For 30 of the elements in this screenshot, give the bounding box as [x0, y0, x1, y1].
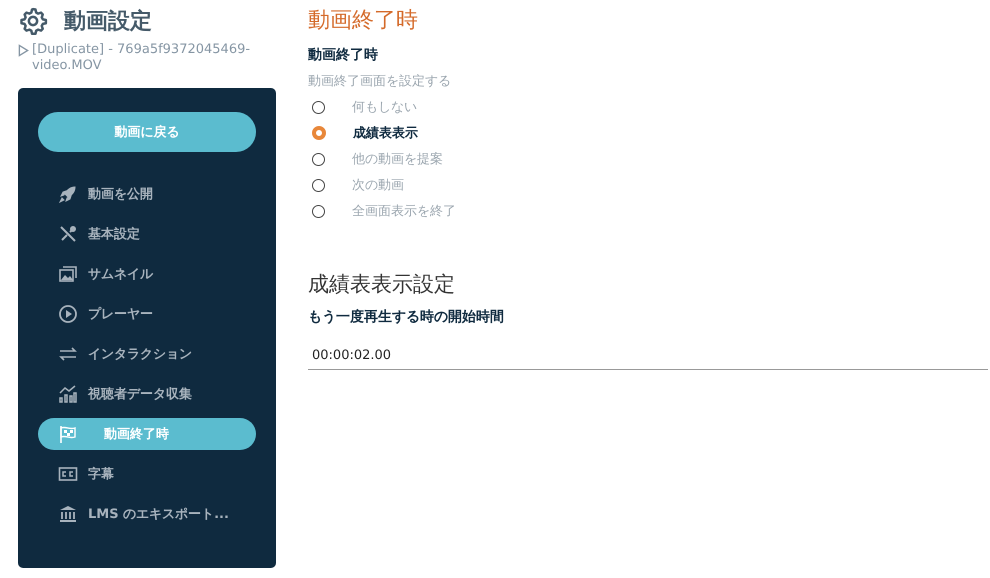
radio-option[interactable]: 成績表表示: [308, 120, 988, 146]
sidebar-item[interactable]: 動画を公開: [38, 178, 256, 210]
play-icon: [18, 44, 29, 57]
sidebar-item[interactable]: インタラクション: [38, 338, 256, 370]
radio-button[interactable]: [312, 100, 325, 114]
radio-button[interactable]: [312, 204, 325, 218]
radio-button[interactable]: [312, 126, 326, 140]
field-hint: 動画終了画面を設定する: [308, 73, 452, 90]
rocket-icon: [58, 184, 78, 204]
radio-button[interactable]: [312, 152, 325, 166]
flag-icon: [58, 424, 78, 444]
play-circle-icon: [58, 304, 78, 324]
video-filename: [Duplicate] - 769a5f9372045469-video.MOV: [32, 42, 252, 74]
field-label: 動画終了時: [308, 46, 379, 64]
page-heading: 動画設定: [64, 8, 152, 36]
sidebar-item[interactable]: 字幕: [38, 458, 256, 490]
radio-button[interactable]: [312, 178, 325, 192]
image-icon: [58, 264, 78, 284]
sidebar-item[interactable]: 視聴者データ収集: [38, 378, 256, 410]
sidebar-item[interactable]: 基本設定: [38, 218, 256, 250]
section-title: 成績表表示設定: [308, 271, 456, 298]
sidebar-item[interactable]: プレーヤー: [38, 298, 256, 330]
sidebar-item[interactable]: LMS のエキスポート...: [38, 498, 256, 530]
sidebar-item[interactable]: サムネイル: [38, 258, 256, 290]
bank-icon: [58, 504, 78, 524]
chart-icon: [58, 384, 78, 404]
field-label: もう一度再生する時の開始時間: [308, 308, 505, 326]
captions-icon: [58, 464, 78, 484]
section-title: 動画終了時: [308, 7, 419, 35]
settings-icon: [18, 6, 48, 36]
